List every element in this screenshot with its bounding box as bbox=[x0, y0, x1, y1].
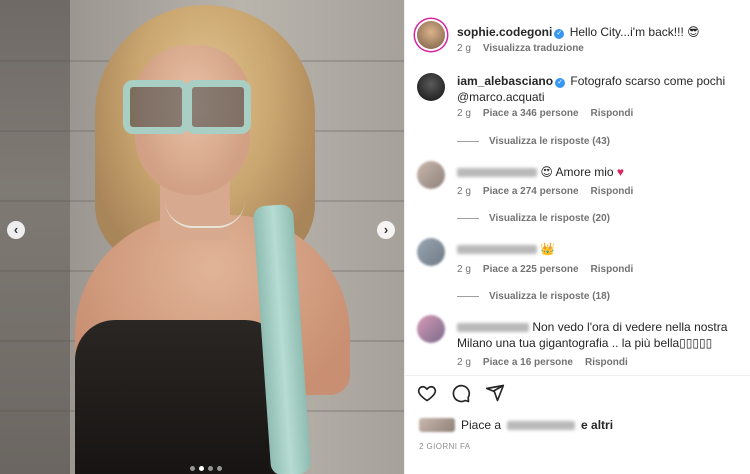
reply-button[interactable]: Rispondi bbox=[585, 357, 628, 368]
carousel-dots bbox=[190, 466, 222, 471]
share-icon[interactable] bbox=[485, 383, 505, 403]
view-replies-label: Visualizza le risposte (43) bbox=[489, 136, 610, 147]
crown-emoji: 👑 bbox=[540, 242, 556, 256]
commenter-avatar[interactable] bbox=[417, 73, 445, 101]
chevron-right-icon[interactable]: › bbox=[377, 221, 395, 239]
sunglasses bbox=[123, 80, 189, 134]
reply-button[interactable]: Rispondi bbox=[591, 186, 634, 197]
commenter-username[interactable]: iam_alebasciano bbox=[457, 74, 553, 88]
liker-username-redacted[interactable] bbox=[507, 420, 576, 430]
caption: sophie.codegoni ✓ Hello City...i'm back!!… bbox=[457, 24, 700, 40]
commenter-avatar[interactable] bbox=[417, 238, 445, 266]
chevron-left-icon[interactable]: ‹ bbox=[7, 221, 25, 239]
comment: 👑 bbox=[457, 241, 555, 257]
verified-icon: ✓ bbox=[555, 78, 566, 88]
commenter-avatar[interactable] bbox=[417, 161, 445, 189]
translate-link[interactable]: Visualizza traduzione bbox=[483, 43, 584, 54]
comment: iam_alebasciano ✓ Fotografo scarso come p… bbox=[457, 73, 737, 105]
commenter-username-redacted[interactable] bbox=[457, 323, 529, 333]
heart-emoji: ♥ bbox=[616, 165, 625, 179]
post-photo: ‹ › bbox=[0, 0, 404, 474]
view-replies[interactable]: Visualizza le risposte (18) bbox=[457, 291, 610, 302]
reply-button[interactable]: Rispondi bbox=[591, 264, 634, 275]
comment: Non vedo l'ora di vedere nella nostra Mi… bbox=[457, 319, 742, 351]
leather-top bbox=[75, 320, 285, 474]
liker-avatar-redacted[interactable] bbox=[419, 418, 455, 432]
heart-icon[interactable] bbox=[417, 383, 437, 403]
verified-icon: ✓ bbox=[554, 29, 565, 39]
caption-meta: 2 g Visualizza traduzione bbox=[457, 43, 584, 54]
caption-emoji: 😎 bbox=[687, 25, 700, 39]
caption-text: Hello City...i'm back!!! bbox=[569, 25, 684, 39]
comments-panel: sophie.codegoni ✓ Hello City...i'm back!!… bbox=[404, 0, 750, 474]
reply-button[interactable]: Rispondi bbox=[591, 108, 634, 119]
divider bbox=[405, 375, 750, 376]
heart-eyes-emoji: 😍 bbox=[540, 165, 553, 179]
commenter-username-redacted[interactable] bbox=[457, 168, 537, 178]
comment-text: Fotografo scarso come pochi bbox=[570, 74, 726, 88]
commenter-avatar[interactable] bbox=[417, 315, 445, 343]
post-date: 2 GIORNI FA bbox=[419, 442, 471, 451]
comment-likes[interactable]: Piace a 346 persone bbox=[483, 108, 579, 119]
caption-time: 2 g bbox=[457, 43, 471, 54]
commenter-username-redacted[interactable] bbox=[457, 245, 537, 255]
likes-others-link[interactable]: e altri bbox=[581, 418, 613, 432]
comment-text: Amore mio bbox=[555, 165, 614, 179]
view-replies[interactable]: Visualizza le risposte (43) bbox=[457, 136, 610, 147]
comment: 😍 Amore mio ♥ bbox=[457, 164, 624, 180]
comment-meta: 2 g Piace a 274 persone Rispondi bbox=[457, 186, 634, 197]
comment-mention[interactable]: @marco.acquati bbox=[457, 90, 545, 104]
action-bar bbox=[417, 383, 505, 403]
comment-meta: 2 g Piace a 225 persone Rispondi bbox=[457, 264, 634, 275]
likes-summary: Piace a e altri bbox=[419, 418, 613, 432]
comment-meta: 2 g Piace a 346 persone Rispondi bbox=[457, 108, 633, 119]
comment-meta: 2 g Piace a 16 persone Rispondi bbox=[457, 357, 628, 368]
likes-prefix: Piace a bbox=[461, 418, 502, 432]
comment-likes[interactable]: Piace a 225 persone bbox=[483, 264, 579, 275]
comment-likes[interactable]: Piace a 16 persone bbox=[483, 357, 573, 368]
comment-icon[interactable] bbox=[451, 383, 471, 403]
comment-time: 2 g bbox=[457, 108, 471, 119]
author-avatar[interactable] bbox=[417, 21, 445, 49]
view-replies[interactable]: Visualizza le risposte (20) bbox=[457, 213, 610, 224]
comment-likes[interactable]: Piace a 274 persone bbox=[483, 186, 579, 197]
author-username[interactable]: sophie.codegoni bbox=[457, 25, 552, 39]
